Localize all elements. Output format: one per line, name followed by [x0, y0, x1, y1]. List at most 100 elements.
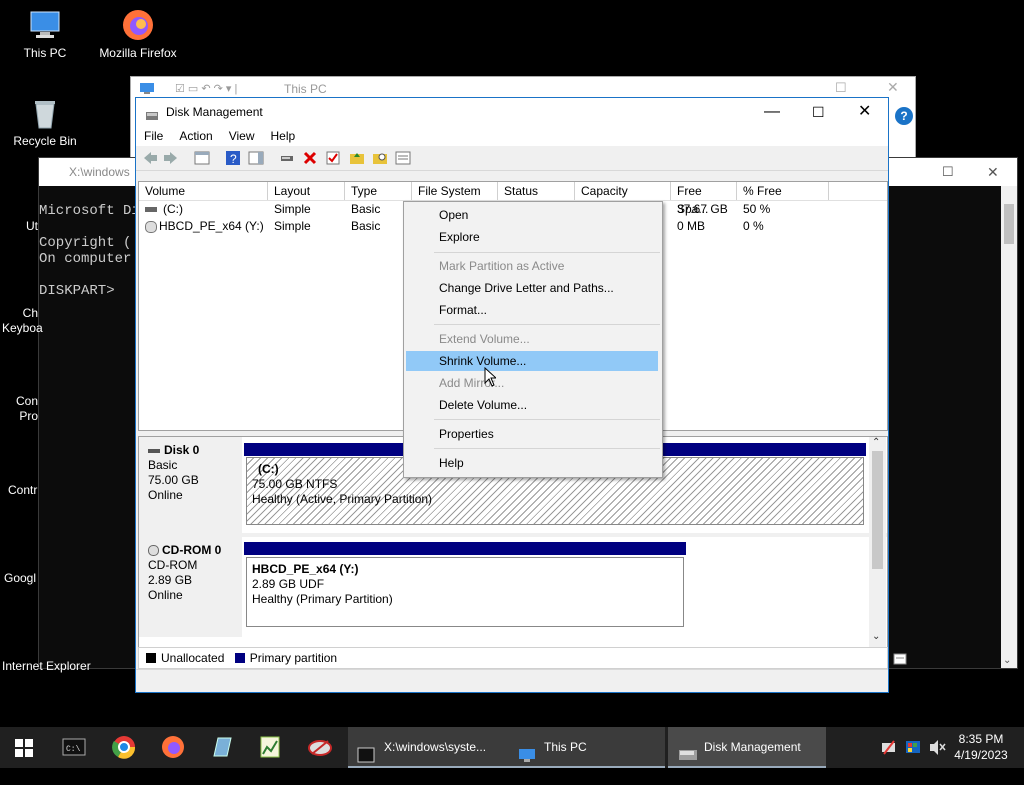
- firefox-icon: [121, 8, 155, 42]
- menu-item-shrink-volume[interactable]: Shrink Volume...: [406, 351, 658, 371]
- column-header-percent-free[interactable]: % Free: [737, 182, 829, 200]
- taskbar-firefox-icon[interactable]: [155, 727, 191, 768]
- partition-y[interactable]: HBCD_PE_x64 (Y:) 2.89 GB UDF Healthy (Pr…: [246, 557, 684, 627]
- taskbar-window-console[interactable]: X:\windows\syste...: [348, 727, 508, 768]
- taskbar-window-label: Disk Management: [704, 740, 801, 754]
- legend-primary-partition: Primary partition: [249, 651, 338, 665]
- menu-view[interactable]: View: [221, 126, 263, 146]
- layout-cell: Simple: [274, 219, 311, 233]
- cdrom-0-info[interactable]: CD-ROM 0 CD-ROM 2.89 GB Online: [139, 537, 242, 637]
- close-button[interactable]: ✕: [858, 98, 871, 126]
- taskbar-window-this-pc[interactable]: This PC: [508, 727, 665, 768]
- taskbar-cmd-icon[interactable]: C:\: [56, 727, 92, 768]
- menu-item-mark-active: Mark Partition as Active: [439, 259, 565, 273]
- disk-size: 2.89 GB: [148, 573, 193, 587]
- divider: [139, 533, 887, 537]
- properties-icon[interactable]: [395, 150, 411, 166]
- unallocated-swatch: [146, 653, 156, 663]
- scroll-down-icon[interactable]: ⌄: [872, 631, 880, 642]
- maximize-button[interactable]: ☐: [835, 80, 847, 96]
- legend-unallocated: Unallocated: [161, 651, 225, 665]
- volume-name: HBCD_PE_x64 (Y:): [159, 219, 264, 233]
- desktop-icon-label: This PC: [23, 46, 67, 60]
- taskbar-chrome-icon[interactable]: [106, 727, 142, 768]
- taskbar-notepad-icon[interactable]: [204, 727, 240, 768]
- column-header-file-system[interactable]: File System: [412, 182, 498, 200]
- resize-grip-icon: [893, 651, 907, 671]
- volume-muted-icon[interactable]: [928, 727, 946, 768]
- connect-disk-icon[interactable]: [279, 150, 295, 166]
- folder-up-icon[interactable]: [349, 150, 365, 166]
- column-header-volume[interactable]: Volume: [139, 182, 268, 200]
- help-icon[interactable]: ?: [895, 107, 913, 125]
- column-header-status[interactable]: Status: [498, 182, 575, 200]
- menu-item-change-drive-letter[interactable]: Change Drive Letter and Paths...: [406, 278, 658, 298]
- status-bar: [136, 669, 888, 692]
- maximize-button[interactable]: ☐: [812, 98, 825, 126]
- show-hide-tree-icon[interactable]: [194, 150, 210, 166]
- menu-separator: [434, 419, 660, 420]
- menu-help[interactable]: Help: [263, 126, 304, 146]
- disk-0-info[interactable]: Disk 0 Basic 75.00 GB Online: [139, 437, 242, 533]
- column-header-type[interactable]: Type: [345, 182, 412, 200]
- desktop-icon-this-pc[interactable]: This PC: [0, 8, 90, 60]
- disk-icon: [148, 448, 160, 453]
- disk-name: CD-ROM 0: [148, 543, 242, 558]
- column-header-layout[interactable]: Layout: [268, 182, 345, 200]
- graph-scrollbar[interactable]: ⌃ ⌄: [869, 437, 886, 647]
- scroll-up-icon[interactable]: ⌃: [872, 437, 880, 448]
- close-button[interactable]: ✕: [887, 79, 899, 96]
- taskbar-window-disk-management[interactable]: Disk Management: [668, 727, 826, 768]
- menu-separator: [434, 448, 660, 449]
- console-scrollbar[interactable]: ⌄: [1001, 186, 1017, 668]
- scroll-thumb[interactable]: [872, 451, 883, 569]
- disk-state: Online: [148, 588, 183, 602]
- minimize-button[interactable]: —: [764, 98, 780, 126]
- context-menu: Open Explore Mark Partition as Active Ch…: [403, 201, 663, 478]
- forward-arrow-icon[interactable]: [163, 150, 179, 166]
- menu-item-properties[interactable]: Properties: [406, 424, 658, 444]
- close-button[interactable]: ✕: [987, 158, 999, 186]
- taskbar-tool-icon[interactable]: [302, 727, 338, 768]
- computer-icon: [139, 82, 155, 95]
- menu-action[interactable]: Action: [171, 126, 220, 146]
- menu-item-format[interactable]: Format...: [406, 300, 658, 320]
- desktop-icon-firefox[interactable]: Mozilla Firefox: [93, 8, 183, 60]
- network-tray-icon[interactable]: [880, 727, 898, 768]
- desktop-icon-recycle-bin[interactable]: Recycle Bin: [0, 96, 90, 148]
- back-arrow-icon[interactable]: [142, 150, 158, 166]
- start-button[interactable]: [0, 727, 48, 768]
- menu-item-delete-volume[interactable]: Delete Volume...: [406, 395, 658, 415]
- window-title: X:\windows: [69, 165, 130, 179]
- desktop-icon-label: Mozilla Firefox: [99, 46, 177, 60]
- menu-bar: File Action View Help: [136, 126, 888, 146]
- percent-free-cell: 0 %: [743, 219, 764, 233]
- menu-item-open[interactable]: Open: [406, 205, 658, 225]
- type-cell: Basic: [351, 219, 381, 233]
- console-line: Microsoft Di: [39, 203, 140, 219]
- taskbar-window-label: X:\windows\syste...: [384, 740, 487, 754]
- column-header-free-space[interactable]: Free Spa...: [671, 182, 737, 216]
- clock[interactable]: 8:35 PM 4/19/2023: [950, 727, 1012, 768]
- disk-management-icon: [145, 105, 159, 133]
- disk-kind: Basic: [148, 458, 178, 472]
- help-icon[interactable]: ?: [225, 150, 241, 166]
- taskbar-chart-app-icon[interactable]: [252, 727, 288, 768]
- desktop-icon-label: Contr: [8, 483, 38, 497]
- delete-icon[interactable]: [302, 150, 318, 166]
- column-header-capacity[interactable]: Capacity: [575, 182, 671, 200]
- display-tray-icon[interactable]: [904, 727, 922, 768]
- partition-bar: [244, 542, 686, 555]
- menu-item-help[interactable]: Help: [406, 453, 658, 473]
- maximize-button[interactable]: ☐: [942, 158, 954, 186]
- volume-cell: HBCD_PE_x64 (Y:): [139, 218, 264, 235]
- check-icon[interactable]: [325, 150, 341, 166]
- svg-text:C:\: C:\: [66, 745, 81, 754]
- quick-access-toolbar-icons[interactable]: ☑ ▭ ↶ ↷ ▾ |: [175, 82, 237, 95]
- show-hide-action-pane-icon[interactable]: [248, 150, 264, 166]
- menu-item-explore[interactable]: Explore: [406, 227, 658, 247]
- folder-search-icon[interactable]: [372, 150, 388, 166]
- column-headers: Volume Layout Type File System Status Ca…: [139, 182, 887, 216]
- window-title: Disk Management: [166, 105, 263, 119]
- partition-size: 75.00 GB NTFS: [252, 477, 338, 491]
